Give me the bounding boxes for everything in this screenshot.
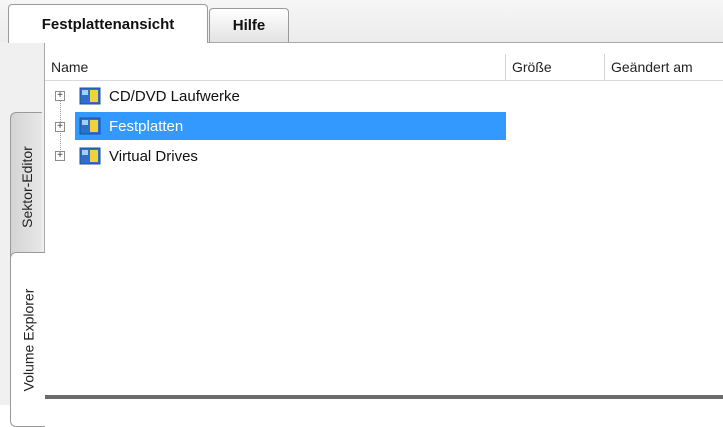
top-tab-strip: Festplattenansicht Hilfe bbox=[0, 0, 723, 43]
expand-icon[interactable]: + bbox=[55, 122, 65, 132]
tree-item-label: Virtual Drives bbox=[109, 147, 198, 165]
side-tab-label: Sektor-Editor bbox=[18, 146, 35, 228]
tree-item-virtual-drives[interactable]: + Virtual Drives bbox=[45, 142, 506, 170]
tree-item-cd-dvd[interactable]: + CD/DVD Laufwerke bbox=[45, 82, 506, 110]
column-header: Name Größe Geändert am bbox=[45, 54, 723, 81]
app-window: Festplattenansicht Hilfe Sektor-Editor V… bbox=[0, 0, 723, 427]
drive-icon bbox=[79, 147, 101, 165]
side-tab-volume-explorer[interactable]: Volume Explorer bbox=[10, 252, 45, 427]
drive-icon bbox=[79, 117, 101, 135]
side-tab-label: Volume Explorer bbox=[20, 288, 36, 391]
column-size[interactable]: Größe bbox=[506, 54, 605, 80]
side-tab-strip: Sektor-Editor Volume Explorer bbox=[0, 42, 45, 427]
volume-tree: + CD/DVD Laufwerke Festplatten + + Virtu… bbox=[45, 82, 723, 382]
drive-icon bbox=[79, 87, 101, 105]
tab-festplattenansicht[interactable]: Festplattenansicht bbox=[8, 4, 208, 43]
tree-item-label: Festplatten bbox=[109, 117, 184, 135]
expand-icon[interactable]: + bbox=[55, 151, 65, 161]
expand-icon[interactable]: + bbox=[55, 91, 65, 101]
column-name[interactable]: Name bbox=[45, 54, 506, 80]
column-modified[interactable]: Geändert am bbox=[605, 54, 723, 80]
tab-hilfe[interactable]: Hilfe bbox=[209, 8, 289, 42]
tree-item-label: CD/DVD Laufwerke bbox=[109, 87, 240, 105]
tree-item-festplatten[interactable]: Festplatten bbox=[75, 112, 506, 140]
side-tab-sektor-editor[interactable]: Sektor-Editor bbox=[10, 112, 42, 262]
window-bottom-border bbox=[10, 395, 723, 399]
